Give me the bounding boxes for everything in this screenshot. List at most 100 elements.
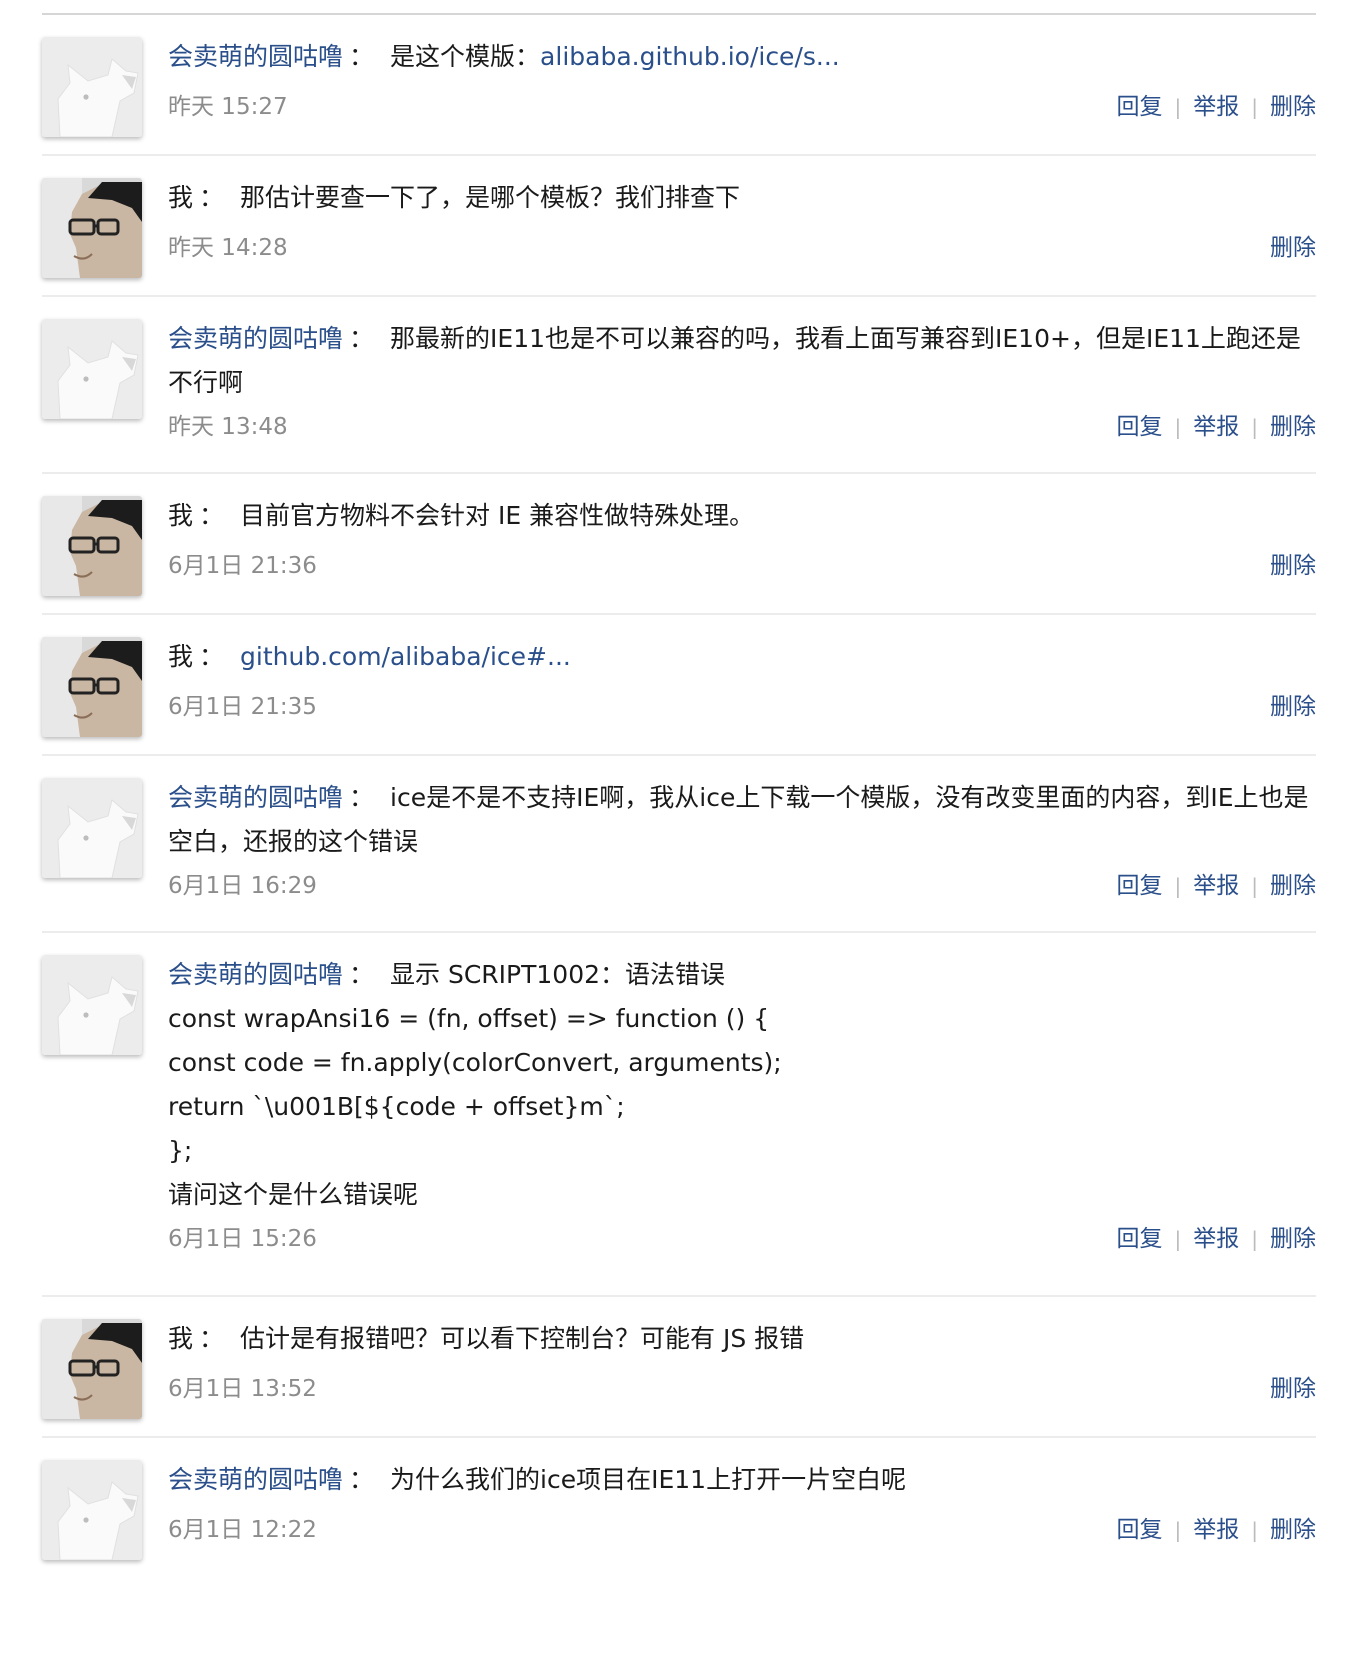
avatar-user-photo[interactable] — [42, 178, 142, 278]
comment-meta: 6月1日 21:36 删除 — [168, 544, 1316, 588]
comment-item: 我： 估计是有报错吧？可以看下控制台？可能有 JS 报错 6月1日 13:52 删… — [42, 1297, 1316, 1438]
comment-author-self: 我 — [168, 1324, 194, 1353]
comment-code-line: const wrapAnsi16 = (fn, offset) => funct… — [168, 1004, 770, 1033]
comment-body: 我： 估计是有报错吧？可以看下控制台？可能有 JS 报错 — [168, 1317, 1316, 1361]
comment-author-self: 我 — [168, 501, 194, 530]
comment-actions: 删除 — [1270, 544, 1316, 588]
comment-text: 估计是有报错吧？可以看下控制台？可能有 JS 报错 — [240, 1324, 805, 1353]
comment-link[interactable]: github.com/alibaba/ice#... — [240, 642, 571, 671]
comment-meta: 6月1日 15:26 回复 | 举报 | 删除 — [168, 1217, 1316, 1261]
comment-author[interactable]: 会卖萌的圆咕噜 — [168, 960, 343, 989]
comment-time: 6月1日 15:26 — [168, 1226, 317, 1252]
action-separator: | — [1174, 415, 1182, 439]
delete-button[interactable]: 删除 — [1270, 235, 1316, 261]
reply-button[interactable]: 回复 — [1117, 1226, 1163, 1252]
author-colon: ： — [349, 960, 375, 989]
comment-code-line: const code = fn.apply(colorConvert, argu… — [168, 1048, 782, 1077]
delete-button[interactable]: 删除 — [1270, 1517, 1316, 1543]
action-separator: | — [1174, 1518, 1182, 1542]
comment-text: 那估计要查一下了，是哪个模板？我们排查下 — [240, 183, 741, 212]
avatar-user-photo[interactable] — [42, 496, 142, 596]
comment-author-self: 我 — [168, 642, 194, 671]
comment-text: 显示 SCRIPT1002：语法错误 — [390, 960, 726, 989]
comment-code-line: return `\u001B[${code + offset}m`; — [168, 1092, 625, 1121]
comment-time: 昨天 13:48 — [168, 414, 288, 440]
report-button[interactable]: 举报 — [1193, 1517, 1239, 1543]
comment-time: 6月1日 12:22 — [168, 1517, 317, 1543]
comment-meta: 6月1日 16:29 回复 | 举报 | 删除 — [168, 864, 1316, 908]
action-separator: | — [1174, 95, 1182, 119]
reply-button[interactable]: 回复 — [1117, 414, 1163, 440]
default-avatar-icon — [42, 37, 142, 137]
delete-button[interactable]: 删除 — [1270, 1376, 1316, 1402]
user-photo-avatar-icon — [42, 637, 142, 737]
comment-item: 会卖萌的圆咕噜： 是这个模版：alibaba.github.io/ice/s...… — [42, 15, 1316, 156]
comment-actions: 回复 | 举报 | 删除 — [1117, 1217, 1317, 1261]
action-separator: | — [1251, 1227, 1258, 1251]
default-avatar-icon — [42, 778, 142, 878]
avatar-default-dog[interactable] — [42, 1460, 142, 1560]
action-separator: | — [1174, 874, 1182, 898]
comment-body: 我： 那估计要查一下了，是哪个模板？我们排查下 — [168, 176, 1316, 220]
report-button[interactable]: 举报 — [1193, 873, 1239, 899]
user-photo-avatar-icon — [42, 496, 142, 596]
delete-button[interactable]: 删除 — [1270, 553, 1316, 579]
report-button[interactable]: 举报 — [1193, 414, 1239, 440]
report-button[interactable]: 举报 — [1193, 94, 1239, 120]
user-photo-avatar-icon — [42, 1319, 142, 1419]
reply-button[interactable]: 回复 — [1117, 873, 1163, 899]
default-avatar-icon — [42, 955, 142, 1055]
comment-actions: 回复 | 举报 | 删除 — [1117, 1508, 1317, 1552]
comment-text: 是这个模版： — [390, 42, 541, 71]
comment-time: 6月1日 21:35 — [168, 694, 317, 720]
comment-text: 为什么我们的ice项目在IE11上打开一片空白呢 — [390, 1465, 907, 1494]
comment-body: 会卖萌的圆咕噜： ice是不是不支持IE啊，我从ice上下载一个模版，没有改变里面… — [168, 776, 1316, 864]
comment-item: 我： 那估计要查一下了，是哪个模板？我们排查下 昨天 14:28 删除 — [42, 156, 1316, 297]
comment-feed: 会卖萌的圆咕噜：是这个模版：alibaba.github.io/ice/s...… — [42, 0, 1316, 1579]
reply-button[interactable]: 回复 — [1117, 94, 1163, 120]
user-photo-avatar-icon — [42, 178, 142, 278]
avatar-default-dog[interactable] — [42, 778, 142, 878]
avatar-user-photo[interactable] — [42, 637, 142, 737]
author-colon: ： — [349, 1465, 375, 1494]
default-avatar-icon — [42, 1460, 142, 1560]
comment-body: 会卖萌的圆咕噜： 为什么我们的ice项目在IE11上打开一片空白呢 — [168, 1458, 1316, 1502]
delete-button[interactable]: 删除 — [1270, 1226, 1316, 1252]
action-separator: | — [1174, 1227, 1182, 1251]
report-button[interactable]: 举报 — [1193, 1226, 1239, 1252]
top-divider — [42, 0, 1316, 15]
comment-meta: 6月1日 12:22 回复 | 举报 | 删除 — [168, 1508, 1316, 1552]
action-separator: | — [1251, 95, 1258, 119]
action-separator: | — [1251, 874, 1258, 898]
avatar-default-dog[interactable] — [42, 37, 142, 137]
comment-meta: 昨天 14:28 删除 — [168, 226, 1316, 270]
comment-item: 我： github.com/alibaba/ice#... 6月1日 21:35 … — [42, 615, 1316, 756]
comment-item: 会卖萌的圆咕噜： ice是不是不支持IE啊，我从ice上下载一个模版，没有改变里面… — [42, 756, 1316, 933]
avatar-default-dog[interactable] — [42, 319, 142, 419]
comment-actions: 删除 — [1270, 1367, 1316, 1411]
author-colon: ： — [199, 1324, 225, 1353]
delete-button[interactable]: 删除 — [1270, 694, 1316, 720]
comment-author[interactable]: 会卖萌的圆咕噜 — [168, 783, 343, 812]
comment-time: 6月1日 16:29 — [168, 873, 317, 899]
avatar-default-dog[interactable] — [42, 955, 142, 1055]
comment-link[interactable]: alibaba.github.io/ice/s... — [540, 42, 840, 71]
comment-item: 会卖萌的圆咕噜：那最新的IE11也是不可以兼容的吗，我看上面写兼容到IE10+，… — [42, 297, 1316, 474]
comment-time: 6月1日 21:36 — [168, 553, 317, 579]
default-avatar-icon — [42, 319, 142, 419]
comment-author[interactable]: 会卖萌的圆咕噜 — [168, 1465, 343, 1494]
delete-button[interactable]: 删除 — [1270, 94, 1316, 120]
comment-time: 昨天 15:27 — [168, 94, 288, 120]
reply-button[interactable]: 回复 — [1117, 1517, 1163, 1543]
comment-author[interactable]: 会卖萌的圆咕噜 — [168, 324, 343, 353]
comment-time: 昨天 14:28 — [168, 235, 288, 261]
delete-button[interactable]: 删除 — [1270, 414, 1316, 440]
comment-actions: 回复 | 举报 | 删除 — [1117, 85, 1317, 129]
avatar-user-photo[interactable] — [42, 1319, 142, 1419]
comment-meta: 昨天 15:27 回复 | 举报 | 删除 — [168, 85, 1316, 129]
comment-body: 我： 目前官方物料不会针对 IE 兼容性做特殊处理。 — [168, 494, 1316, 538]
author-colon: ： — [199, 642, 225, 671]
delete-button[interactable]: 删除 — [1270, 873, 1316, 899]
comment-time: 6月1日 13:52 — [168, 1376, 317, 1402]
comment-author[interactable]: 会卖萌的圆咕噜 — [168, 42, 343, 71]
